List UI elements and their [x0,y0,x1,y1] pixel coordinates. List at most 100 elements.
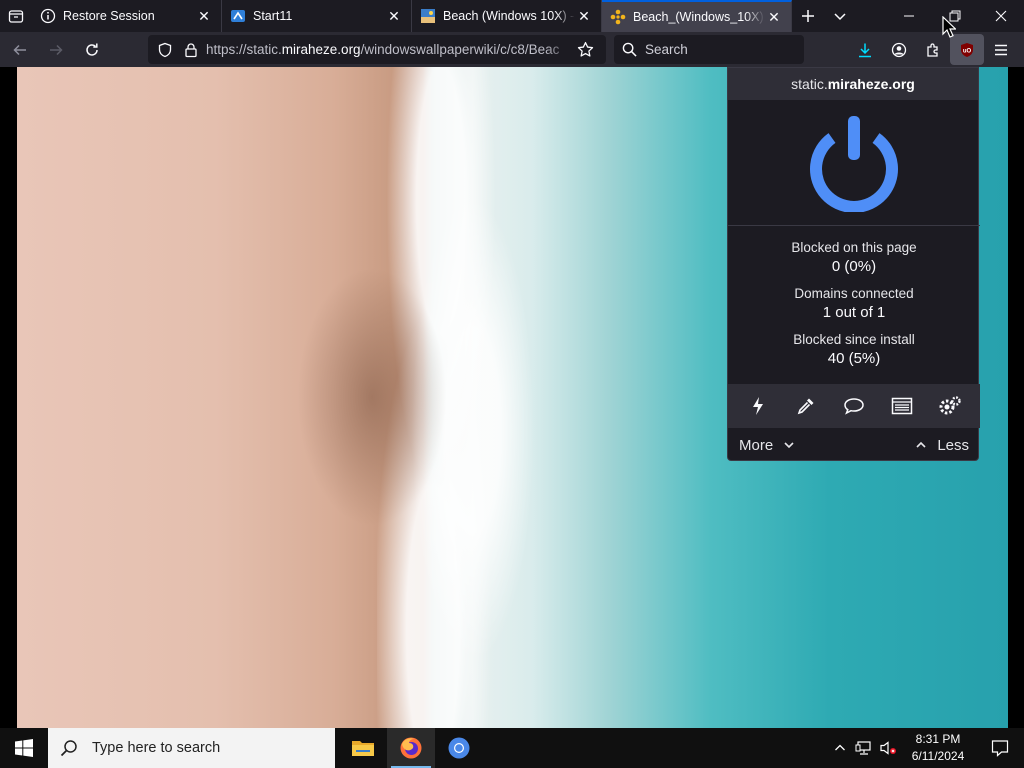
comment-icon[interactable] [836,388,872,424]
close-tab-icon[interactable]: ✕ [575,7,593,25]
start11-icon [230,8,246,24]
url-host: miraheze.org [281,42,361,57]
power-icon [810,116,898,213]
bookmark-star-icon[interactable] [574,39,596,61]
close-tab-icon[interactable]: ✕ [195,7,213,25]
minimize-icon [904,15,914,17]
chrome-icon[interactable] [435,728,483,768]
search-icon [60,739,78,757]
reload-icon [86,43,98,56]
popup-stats: Blocked on this page 0 (0%) Domains conn… [728,240,980,378]
list-all-tabs-button[interactable] [0,0,32,32]
tab-title: Restore Session [63,9,155,23]
app-menu-button[interactable] [984,34,1018,65]
settings-icon[interactable] [932,388,968,424]
tab-restore-session[interactable]: Restore Session ✕ [32,0,222,32]
taskbar-search-placeholder: Type here to search [92,740,221,756]
hostname-domain: miraheze.org [827,76,915,92]
forward-arrow-icon [50,44,63,55]
tab-title: Beach (Windows 10X) - W [443,9,575,23]
action-center-button[interactable] [976,728,1024,768]
stat-label: Blocked on this page [791,240,917,255]
hostname-prefix: static. [791,76,828,92]
tab-title: Beach_(Windows_10X).pn [633,10,765,24]
volume-muted-icon[interactable] [876,728,900,768]
miraheze-icon [610,9,626,25]
back-button[interactable] [4,35,36,65]
tab-beach-png[interactable]: Beach_(Windows_10X).pn ✕ [602,0,792,32]
firefox-icon[interactable] [387,728,435,768]
ublock-popup: static. miraheze.org Blocked on this page… [727,67,980,461]
tracking-protection-icon[interactable] [154,39,176,61]
url-text[interactable]: https://static.miraheze.org/windowswallp… [206,42,574,57]
more-label: More [739,436,774,454]
tab-start11[interactable]: Start11 ✕ [222,0,412,32]
clock-time: 8:31 PM [915,732,961,746]
network-icon[interactable] [852,728,876,768]
stat-label: Domains connected [794,286,914,301]
system-tray: 8:31 PM 6/11/2024 [828,728,1024,768]
stat-value: 40 (5%) [827,350,881,367]
divider [728,225,980,226]
search-icon [622,42,637,57]
tab-bar: Restore Session ✕ Start11 ✕ Beach (Windo… [0,0,1024,32]
show-hidden-icons-button[interactable] [828,728,852,768]
clock-date: 6/11/2024 [911,749,965,763]
minimize-button[interactable] [886,0,932,32]
stat-label: Blocked since install [793,332,915,347]
notification-icon [991,740,1009,757]
tab-overflow-button[interactable] [824,0,856,32]
chevron-down-icon [834,13,846,21]
popup-tools [728,384,980,428]
less-label: Less [937,436,969,454]
chevron-up-icon [835,744,845,751]
info-icon [40,8,56,24]
lock-icon[interactable] [180,39,202,61]
logger-icon[interactable] [884,388,920,424]
power-switch[interactable] [808,112,900,213]
puzzle-icon [927,42,938,57]
close-tab-icon[interactable]: ✕ [765,8,783,26]
start-button[interactable] [0,728,48,768]
file-explorer-icon[interactable] [339,728,387,768]
windows-logo-icon [15,739,33,757]
taskbar-clock[interactable]: 8:31 PM 6/11/2024 [900,731,976,765]
tab-list-icon [8,10,24,23]
forward-button[interactable] [40,35,72,65]
close-tab-icon[interactable]: ✕ [385,7,403,25]
url-bar[interactable]: https://static.miraheze.org/windowswallp… [148,35,606,64]
lightning-icon[interactable] [740,388,776,424]
account-icon [891,42,907,57]
chevron-up-icon [916,441,926,448]
url-prefix: https://static. [206,42,282,57]
toolbar-right: uO [848,34,1018,65]
taskbar-search-box[interactable]: Type here to search [48,728,335,768]
plus-icon [802,10,814,22]
popup-hostname: static. miraheze.org [728,68,978,100]
less-button[interactable]: Less [915,437,969,454]
chevron-down-icon [784,442,794,449]
tab-beach-wiki[interactable]: Beach (Windows 10X) - W ✕ [412,0,602,32]
account-button[interactable] [882,34,916,65]
stat-value: 0 (0%) [831,258,877,275]
more-button[interactable]: More [739,437,795,454]
new-tab-button[interactable] [792,0,824,32]
mouse-cursor-icon [942,16,956,38]
extensions-button[interactable] [916,34,950,65]
ublock-origin-icon: uO [961,42,973,57]
close-window-button[interactable] [978,0,1024,32]
navigation-toolbar: https://static.miraheze.org/windowswallp… [0,32,1024,67]
eyedropper-icon[interactable] [788,388,824,424]
stat-value: 1 out of 1 [822,304,886,321]
more-less-bar: More Less [728,430,980,460]
windows-taskbar: Type here to search 8:31 PM 6/11/2024 [0,728,1024,768]
reload-button[interactable] [76,35,108,65]
tab-title: Start11 [253,9,293,23]
search-bar[interactable]: Search [614,35,804,64]
downloads-button[interactable] [848,34,882,65]
wiki-icon [420,8,436,24]
ublock-origin-button[interactable]: uO [950,34,984,65]
url-path: /windowswallpaperwiki/c/c8/Beac [360,42,560,57]
download-icon [859,43,871,57]
search-placeholder: Search [645,42,688,57]
